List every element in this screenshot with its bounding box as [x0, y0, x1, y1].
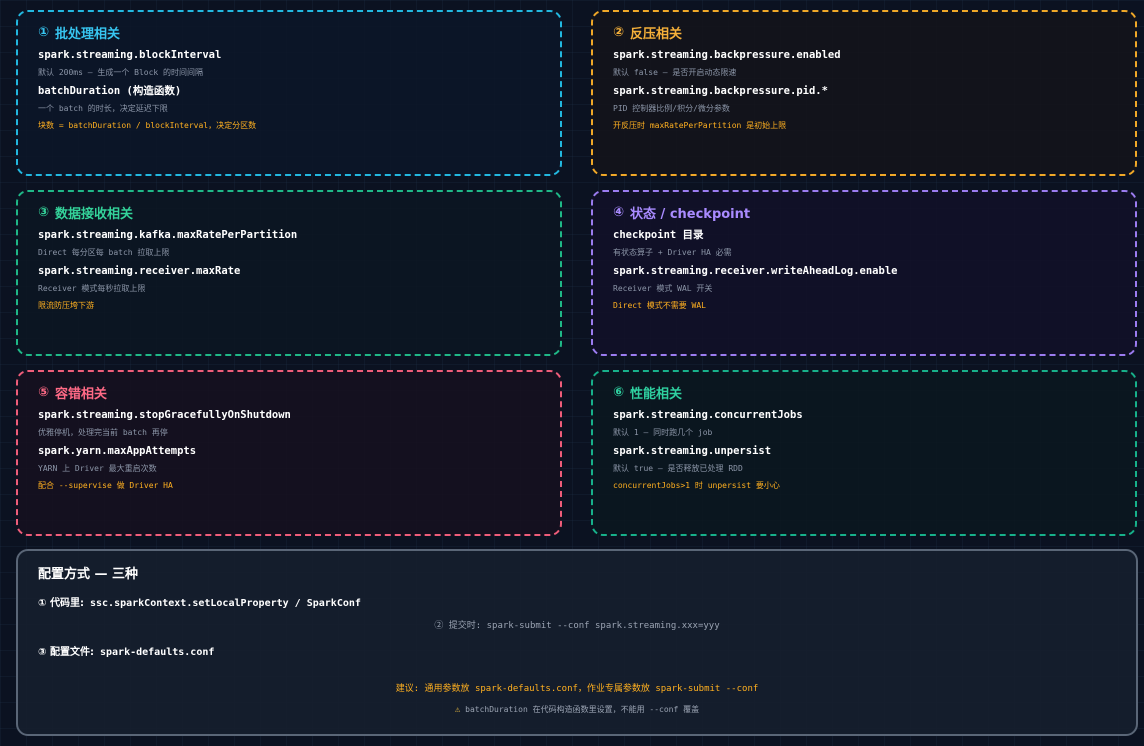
card-title: ③ 数据接收相关: [38, 204, 134, 222]
config-desc: Receiver 模式每秒拉取上限: [38, 284, 146, 293]
number-badge-icon: ①: [38, 24, 50, 40]
card-note: 开反压时 maxRatePerPartition 是初始上限: [613, 121, 787, 130]
config-key: spark.yarn.maxAppAttempts: [38, 445, 197, 457]
config-key: spark.streaming.receiver.writeAheadLog.e…: [613, 265, 898, 277]
config-methods-panel: 配置方式 — 三种 ① 代码里: ssc.sparkContext.setLoc…: [16, 549, 1138, 736]
card-backpressure: ② 反压相关 spark.streaming.backpressure.enab…: [591, 10, 1137, 176]
card-fault-tolerance: ⑤ 容错相关 spark.streaming.stopGracefullyOnS…: [16, 370, 562, 536]
config-key: checkpoint 目录: [613, 229, 704, 241]
config-desc: PID 控制器比例/积分/微分参数: [613, 104, 730, 113]
config-desc: 优雅停机，处理完当前 batch 再停: [38, 428, 168, 437]
config-key: spark.streaming.backpressure.pid.*: [613, 85, 828, 97]
number-badge-icon: ④: [613, 204, 625, 220]
method-submit-line: ② 提交时: spark-submit --conf spark.streami…: [434, 621, 720, 631]
summary-title: 配置方式 — 三种: [38, 567, 139, 582]
config-desc: 默认 true — 是否释放已处理 RDD: [613, 464, 743, 473]
card-note: 限流防压垮下游: [38, 301, 94, 310]
card-note: concurrentJobs>1 时 unpersist 要小心: [613, 481, 780, 490]
number-badge-icon: ⑥: [613, 384, 625, 400]
card-state: ④ 状态 / checkpoint checkpoint 目录 有状态算子 + …: [591, 190, 1137, 356]
config-key: batchDuration (构造函数): [38, 85, 182, 97]
warning-icon: ⚠: [454, 705, 461, 715]
warning-line: ⚠ batchDuration 在代码构造函数里设置，不能用 --conf 覆盖: [18, 704, 1136, 715]
config-key: spark.streaming.receiver.maxRate: [38, 265, 241, 277]
method-file-line: ③ 配置文件: spark-defaults.conf: [38, 643, 214, 658]
method-value: spark-defaults.conf: [99, 647, 215, 658]
config-desc: Receiver 模式 WAL 开关: [613, 284, 713, 293]
config-desc: 默认 200ms — 生成一个 Block 的时间间隔: [38, 68, 204, 77]
number-badge-icon: ③: [38, 204, 50, 220]
card-note: Direct 模式不需要 WAL: [613, 301, 706, 310]
card-performance: ⑥ 性能相关 spark.streaming.concurrentJobs 默认…: [591, 370, 1137, 536]
advice-text: 建议: 通用参数放 spark-defaults.conf，作业专属参数放 sp…: [395, 684, 759, 694]
card-title: ① 批处理相关: [38, 24, 121, 42]
method-label: ① 代码里:: [38, 598, 84, 609]
card-batch: ① 批处理相关 spark.streaming.blockInterval 默认…: [16, 10, 562, 176]
config-desc: 一个 batch 的时长，决定延迟下限: [38, 104, 168, 113]
card-note: 块数 = batchDuration / blockInterval，决定分区数: [38, 121, 257, 130]
number-badge-icon: ⑤: [38, 384, 50, 400]
config-key: spark.streaming.kafka.maxRatePerPartitio…: [38, 229, 298, 241]
config-key: spark.streaming.unpersist: [613, 445, 772, 457]
card-title: ④ 状态 / checkpoint: [613, 204, 751, 222]
config-key: spark.streaming.stopGracefullyOnShutdown: [38, 409, 291, 421]
card-note: 配合 --supervise 做 Driver HA: [38, 481, 173, 490]
card-receive: ③ 数据接收相关 spark.streaming.kafka.maxRatePe…: [16, 190, 562, 356]
config-key: spark.streaming.concurrentJobs: [613, 409, 803, 421]
config-desc: Direct 每分区每 batch 拉取上限: [38, 248, 170, 257]
card-title: ⑤ 容错相关: [38, 384, 108, 402]
config-key: spark.streaming.blockInterval: [38, 49, 222, 61]
config-desc: 默认 1 — 同时跑几个 job: [613, 428, 713, 437]
config-desc: 有状态算子 + Driver HA 必需: [613, 248, 732, 257]
card-title: ② 反压相关: [613, 24, 683, 42]
method-code-line: ① 代码里: ssc.sparkContext.setLocalProperty…: [38, 594, 361, 609]
number-badge-icon: ②: [613, 24, 625, 40]
config-key: spark.streaming.backpressure.enabled: [613, 49, 841, 61]
method-value: ssc.sparkContext.setLocalProperty / Spar…: [89, 598, 361, 609]
config-desc: YARN 上 Driver 最大重启次数: [38, 464, 157, 473]
warning-text: batchDuration 在代码构造函数里设置，不能用 --conf 覆盖: [465, 705, 700, 714]
method-label: ③ 配置文件:: [38, 647, 94, 658]
config-desc: 默认 false — 是否开启动态限速: [613, 68, 737, 77]
card-title: ⑥ 性能相关: [613, 384, 683, 402]
